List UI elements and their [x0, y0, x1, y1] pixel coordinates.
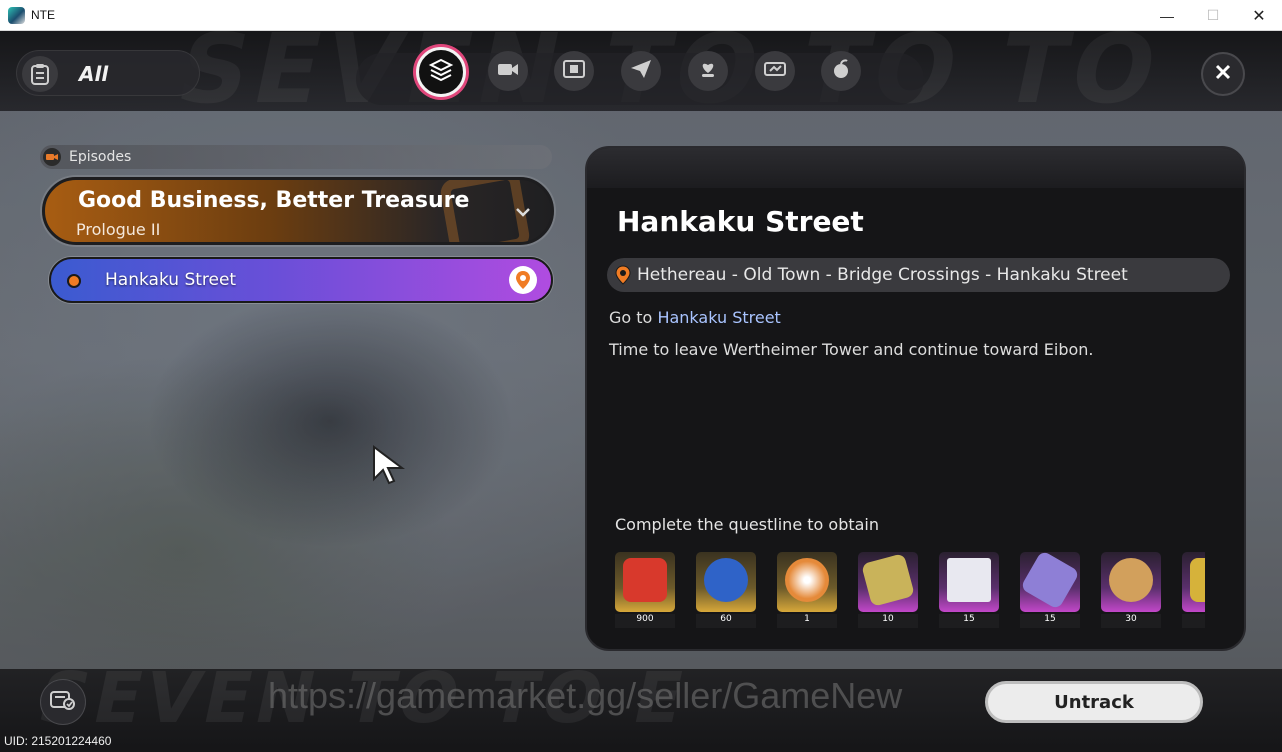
reward-quantity: 30 [1101, 614, 1161, 628]
quest-title: Good Business, Better Treasure [78, 188, 470, 213]
quest-top-bar: SEVEN TO TO TO All [0, 31, 1282, 111]
reward-item[interactable]: 10 [858, 552, 918, 632]
quest-filter[interactable]: All [16, 50, 200, 96]
tab-fruit[interactable] [821, 51, 861, 91]
location-pin-icon [612, 264, 634, 286]
tab-film-camera[interactable] [488, 51, 528, 91]
reward-item[interactable]: 15 [939, 552, 999, 632]
chevron-down-icon[interactable] [513, 202, 533, 222]
ticket-icon [764, 59, 786, 83]
reward-coin-icon [1109, 558, 1153, 602]
mouse-cursor-icon [372, 445, 406, 489]
reward-item-icon [1190, 558, 1205, 602]
quest-subtitle: Prologue II [76, 220, 161, 239]
user-id: UID: 215201224460 [4, 734, 112, 748]
reward-item[interactable]: 6 [1182, 552, 1205, 632]
title-bar: NTE — ☐ ✕ [0, 0, 1282, 31]
close-icon [1214, 63, 1232, 85]
tab-layers[interactable] [416, 47, 466, 97]
reward-quantity: 1 [777, 614, 837, 628]
app-icon [8, 7, 25, 24]
rewards-list: 900 60 1 10 15 15 30 [615, 552, 1205, 636]
reward-orb-icon [704, 558, 748, 602]
reward-item[interactable]: 60 [696, 552, 756, 632]
quest-description: Time to leave Wertheimer Tower and conti… [609, 340, 1094, 359]
quest-history-button[interactable] [40, 679, 86, 725]
window-title: NTE [31, 8, 55, 22]
detail-title: Hankaku Street [617, 205, 864, 238]
location-breadcrumb: Hethereau - Old Town - Bridge Crossings … [607, 258, 1230, 292]
heart-hand-icon [697, 59, 719, 83]
reward-item[interactable]: 30 [1101, 552, 1161, 632]
quest-card[interactable]: Good Business, Better Treasure Prologue … [42, 177, 554, 245]
status-dot [67, 274, 81, 288]
tab-heart-hand[interactable] [688, 51, 728, 91]
reward-item[interactable]: 15 [1020, 552, 1080, 632]
episodes-label: Episodes [69, 149, 132, 165]
reward-book-icon [861, 553, 915, 607]
tab-film-strip[interactable] [554, 51, 594, 91]
game-viewport: SEVEN TO TO TO All [0, 31, 1282, 752]
reward-crystal-icon [1020, 552, 1080, 611]
tab-ticket[interactable] [755, 51, 795, 91]
objective-prefix: Go to [609, 308, 653, 327]
clipboard-icon [22, 56, 58, 92]
reward-quantity: 10 [858, 614, 918, 628]
close-window-button[interactable]: ✕ [1236, 0, 1282, 31]
untrack-button[interactable]: Untrack [985, 681, 1203, 723]
rewards-label: Complete the questline to obtain [615, 515, 880, 534]
reward-quantity: 15 [939, 614, 999, 628]
reward-currency-icon [623, 558, 667, 602]
film-camera-icon [497, 59, 519, 83]
maximize-button[interactable]: ☐ [1190, 0, 1236, 31]
filter-label: All [79, 62, 109, 86]
episodes-header: Episodes [40, 145, 552, 169]
fruit-icon [830, 58, 852, 84]
quest-detail-panel: Hankaku Street Hethereau - Old Town - Br… [585, 146, 1246, 651]
checklist-icon [50, 689, 76, 715]
bottom-bar: SEVEN TO TO E https://gamemarket.gg/sell… [0, 669, 1282, 752]
paper-plane-icon [630, 59, 652, 83]
film-strip-icon [563, 59, 585, 83]
map-pin-icon[interactable] [509, 266, 537, 294]
reward-cards-icon [947, 558, 991, 602]
layers-icon [428, 57, 454, 87]
sub-quest-label: Hankaku Street [105, 270, 237, 290]
reward-spark-icon [785, 558, 829, 602]
location-text: Hethereau - Old Town - Bridge Crossings … [637, 265, 1128, 285]
episode-camera-icon [43, 148, 61, 166]
reward-quantity: 900 [615, 614, 675, 628]
watermark-text: https://gamemarket.gg/seller/GameNew [268, 675, 903, 716]
objective-line: Go to Hankaku Street [609, 308, 781, 327]
reward-item[interactable]: 1 [777, 552, 837, 632]
game-window: NTE — ☐ ✕ SEVEN TO TO TO All [0, 0, 1282, 752]
sub-quest-item[interactable]: Hankaku Street [49, 257, 553, 303]
reward-item[interactable]: 900 [615, 552, 675, 632]
tab-paper-plane[interactable] [621, 51, 661, 91]
minimize-button[interactable]: — [1144, 0, 1190, 31]
reward-quantity: 15 [1020, 614, 1080, 628]
reward-quantity: 6 [1182, 614, 1205, 628]
close-quest-button[interactable] [1201, 52, 1245, 96]
objective-target: Hankaku Street [657, 308, 781, 327]
reward-quantity: 60 [696, 614, 756, 628]
